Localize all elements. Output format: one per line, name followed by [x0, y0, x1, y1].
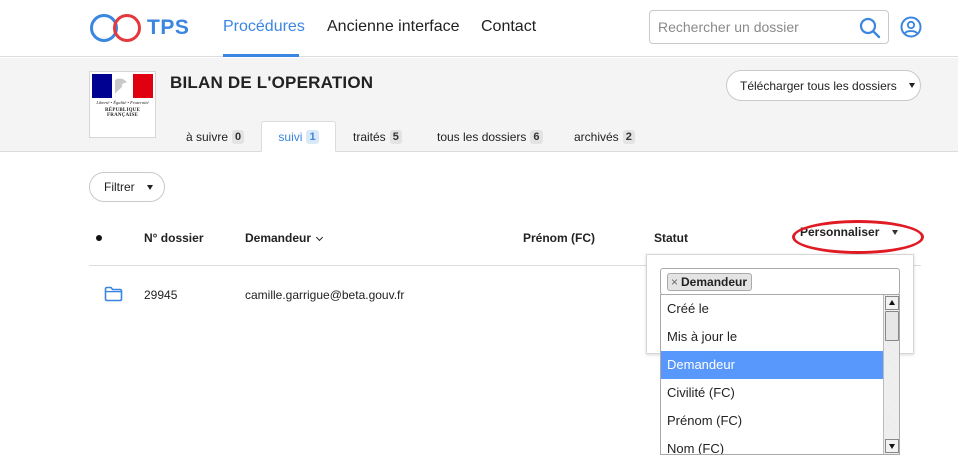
option-prenom-fc[interactable]: Prénom (FC)	[661, 407, 883, 435]
tab-count-badge: 2	[622, 129, 635, 144]
tab-count-badge: 0	[232, 129, 245, 144]
marianne-flag-icon	[92, 74, 153, 98]
personaliser-button[interactable]: Personnaliser	[800, 225, 899, 239]
remove-tag-icon[interactable]: ×	[671, 274, 678, 290]
caret-down-icon	[146, 184, 153, 190]
download-all-button[interactable]: Télécharger tous les dossiers	[726, 70, 921, 101]
folder-icon[interactable]	[104, 286, 123, 302]
dossier-applicant[interactable]: camille.garrigue@beta.gouv.fr	[245, 288, 404, 302]
column-header-numero[interactable]: N° dossier	[144, 231, 203, 245]
dropdown-scrollbar[interactable]	[883, 295, 899, 454]
tab-label: archivés	[574, 129, 619, 144]
tab-count-badge: 5	[389, 129, 402, 144]
caret-down-icon	[892, 229, 899, 235]
tab-label: suivi	[278, 129, 303, 144]
column-header-statut[interactable]: Statut	[654, 231, 688, 245]
scrollbar-thumb[interactable]	[885, 311, 899, 341]
selected-column-tag: × Demandeur	[667, 273, 753, 291]
option-nom-fc[interactable]: Nom (FC)	[661, 435, 883, 454]
search-box	[649, 10, 889, 44]
logo-republic-text: RÉPUBLIQUE FRANÇAISE	[104, 108, 141, 118]
filter-label: Filtrer	[104, 180, 135, 194]
search-input[interactable]	[650, 11, 850, 43]
sort-chevron-icon	[315, 233, 324, 242]
status-dot-column-header	[96, 235, 102, 241]
tps-logo-icon	[90, 14, 141, 42]
column-select-input[interactable]: × Demandeur	[660, 268, 900, 295]
nav-ancienne-interface[interactable]: Ancienne interface	[327, 18, 460, 36]
nav-contact[interactable]: Contact	[481, 18, 536, 36]
procedure-header: Liberté • Égalité • Fraternité RÉPUBLIQU…	[0, 58, 958, 152]
nav-procedures[interactable]: Procédures	[223, 18, 305, 36]
procedure-title: BILAN DE L'OPERATION	[170, 73, 374, 92]
tab-label: à suivre	[186, 129, 229, 144]
personaliser-label: Personnaliser	[800, 225, 880, 239]
option-civilite-fc[interactable]: Civilité (FC)	[661, 379, 883, 407]
filter-button[interactable]: Filtrer	[89, 172, 165, 202]
tab-label: traités	[353, 129, 386, 144]
tab-count-badge: 6	[530, 129, 543, 144]
republique-francaise-logo: Liberté • Égalité • Fraternité RÉPUBLIQU…	[89, 71, 156, 138]
column-header-label: Demandeur	[245, 231, 312, 245]
brand-name: TPS	[147, 16, 190, 39]
top-navbar: TPS Procédures Ancienne interface Contac…	[0, 0, 958, 57]
dossier-number[interactable]: 29945	[144, 288, 177, 302]
tab-suivi[interactable]: suivi 1	[261, 121, 336, 152]
scroll-up-arrow-icon[interactable]	[885, 296, 899, 310]
logo-motto: Liberté • Égalité • Fraternité	[96, 100, 149, 105]
option-cree-le[interactable]: Créé le	[661, 295, 883, 323]
tab-count-badge: 1	[306, 129, 319, 144]
tab-archives[interactable]: archivés 2	[574, 121, 635, 152]
option-mis-a-jour-le[interactable]: Mis à jour le	[661, 323, 883, 351]
tag-label: Demandeur	[681, 275, 748, 289]
tab-tous-les-dossiers[interactable]: tous les dossiers 6	[437, 121, 543, 152]
search-icon[interactable]	[858, 16, 882, 40]
tab-a-suivre[interactable]: à suivre 0	[186, 121, 245, 152]
tps-logo[interactable]: TPS	[89, 12, 199, 44]
user-account-icon[interactable]	[900, 16, 922, 38]
scroll-down-arrow-icon[interactable]	[885, 439, 899, 453]
column-header-demandeur[interactable]: Demandeur	[245, 231, 324, 245]
download-all-label: Télécharger tous les dossiers	[740, 78, 897, 93]
column-options-dropdown: Créé le Mis à jour le Demandeur Civilité…	[660, 294, 900, 455]
caret-down-icon	[908, 83, 915, 88]
tab-label: tous les dossiers	[437, 129, 527, 144]
option-demandeur[interactable]: Demandeur	[661, 351, 883, 379]
column-header-prenom-fc[interactable]: Prénom (FC)	[523, 231, 595, 245]
tab-traites[interactable]: traités 5	[353, 121, 402, 152]
active-nav-indicator	[223, 54, 299, 57]
